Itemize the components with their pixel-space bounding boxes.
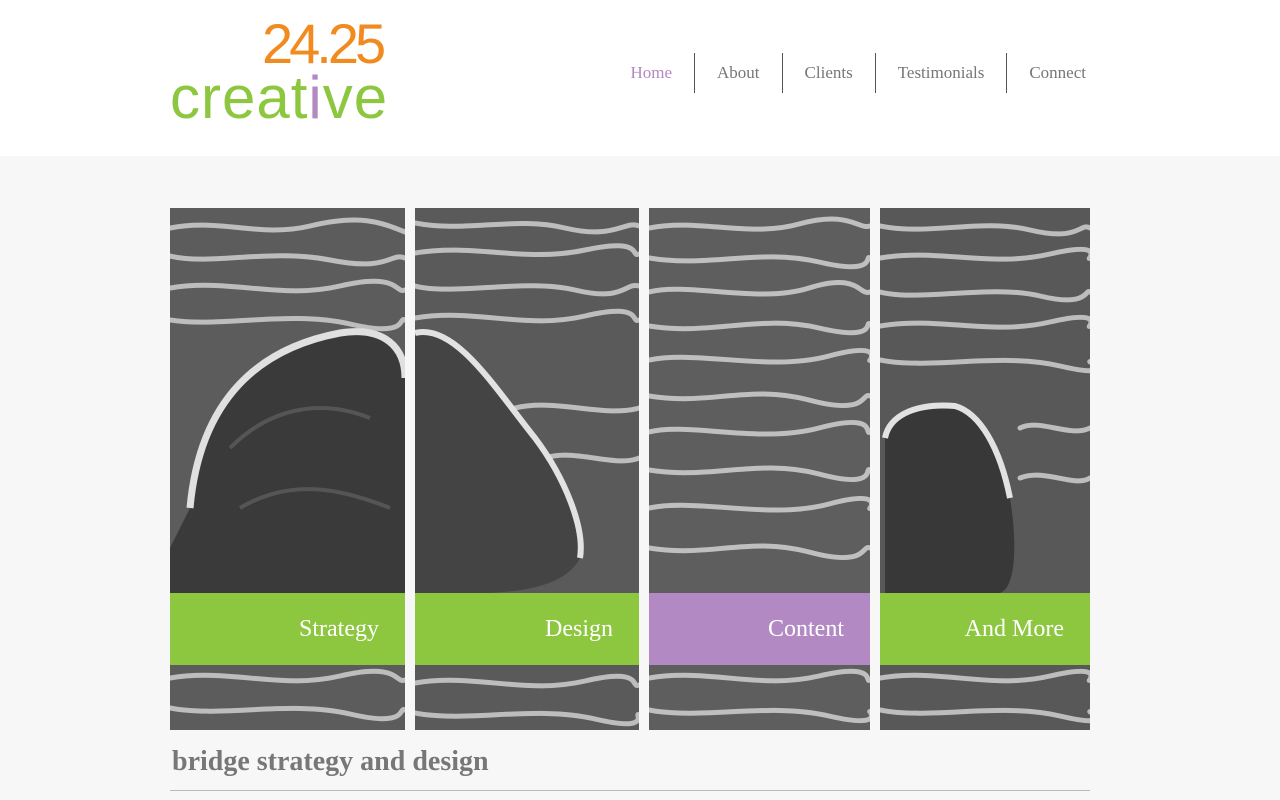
panel-and-more[interactable]: And More — [880, 208, 1090, 730]
main-nav: Home About Clients Testimonials Connect — [608, 53, 1108, 93]
panel-strategy[interactable]: Strategy — [170, 208, 405, 730]
panel-label-content: Content — [649, 593, 870, 665]
nav-clients[interactable]: Clients — [781, 53, 875, 93]
site-header: 24.25 creative Home About Clients Testim… — [0, 0, 1280, 156]
logo[interactable]: 24.25 creative — [170, 16, 430, 128]
logo-word-accent: i — [308, 64, 323, 131]
logo-word: creative — [170, 68, 388, 128]
panel-design[interactable]: Design — [415, 208, 639, 730]
nav-connect[interactable]: Connect — [1006, 53, 1108, 93]
divider — [170, 790, 1090, 791]
panel-label-design: Design — [415, 593, 639, 665]
nav-home[interactable]: Home — [608, 53, 694, 93]
panel-label-and-more: And More — [880, 593, 1090, 665]
panel-label-strategy: Strategy — [170, 593, 405, 665]
tagline-heading: bridge strategy and design — [172, 746, 489, 777]
nav-about[interactable]: About — [694, 53, 782, 93]
logo-word-suffix: ve — [322, 64, 389, 131]
nav-testimonials[interactable]: Testimonials — [874, 53, 1007, 93]
panel-content[interactable]: Content — [649, 208, 870, 730]
logo-word-prefix: creat — [170, 64, 309, 131]
